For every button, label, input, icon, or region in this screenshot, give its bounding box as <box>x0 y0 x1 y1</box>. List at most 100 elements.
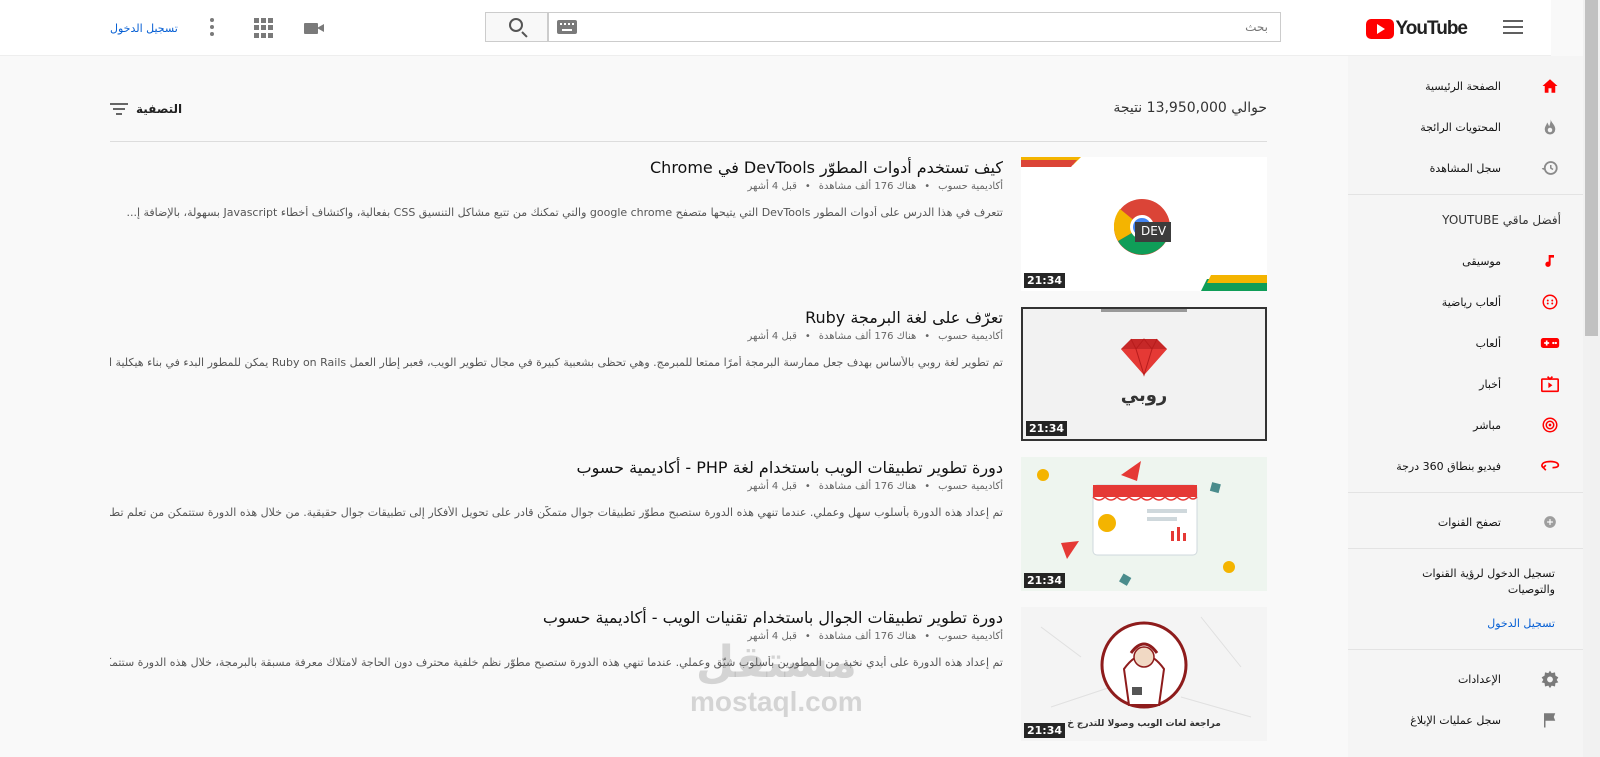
sidebar-divider <box>1348 194 1583 195</box>
video-info: تعرّف على لغة البرمجة Ruby أكاديمية حسوب… <box>110 307 1003 369</box>
video-meta: أكاديمية حسوب•هناك 176 ألف مشاهدة•قبل 4 … <box>747 631 1003 642</box>
video-title[interactable]: كيف تستخدم أدوات المطوّر DevTools في Chr… <box>110 157 1003 179</box>
video-channel[interactable]: أكاديمية حسوب <box>938 481 1003 492</box>
header-signin-link[interactable]: تسجيل الدخول <box>110 22 178 35</box>
sidebar-item-360[interactable]: فيديو بنطاق 360 درجة <box>1348 451 1583 481</box>
sidebar-item-trending[interactable]: المحتويات الرائجة <box>1348 112 1583 142</box>
trending-icon <box>1539 116 1561 138</box>
video-duration: 21:34 <box>1024 723 1066 738</box>
sidebar: الصفحة الرئيسية المحتويات الرائجة سجل ال… <box>1348 56 1583 757</box>
add-circle-icon <box>1539 511 1561 533</box>
sidebar-section-title: أفضل ماقي YOUTUBE <box>1442 213 1561 227</box>
sidebar-item-gaming[interactable]: ألعاب <box>1348 328 1583 358</box>
search-icon <box>509 18 523 32</box>
video-result[interactable]: روبي 21:34 تعرّف على لغة البرمجة Ruby أك… <box>110 307 1267 441</box>
thumb-text: DEV <box>1141 224 1167 238</box>
video-description: تتعرف في هذا الدرس على أدوات المطور DevT… <box>126 206 1003 219</box>
sidebar-item-label: أخبار <box>1479 377 1501 391</box>
home-icon <box>1539 75 1561 97</box>
video-thumbnail[interactable]: 21:34 <box>1021 457 1267 591</box>
logo-text: YouTube <box>1395 18 1468 39</box>
live-icon <box>1539 414 1561 436</box>
video-thumbnail[interactable]: مراجعة لغات الويب وصولا للتدرج خ 21:34 <box>1021 607 1267 741</box>
sidebar-item-label: مباشر <box>1473 418 1501 432</box>
video-age: قبل 4 أشهر <box>747 181 797 192</box>
thumb-text: روبي <box>1120 385 1168 406</box>
upload-video-icon[interactable] <box>304 18 326 38</box>
top-header: YouTube تسجيل الدخول <box>0 0 1551 56</box>
sidebar-signin-link[interactable]: تسجيل الدخول <box>1487 617 1555 630</box>
video-duration: 21:34 <box>1026 421 1068 436</box>
sidebar-item-music[interactable]: موسيقى <box>1348 246 1583 276</box>
video-meta: أكاديمية حسوب•هناك 176 ألف مشاهدة•قبل 4 … <box>747 181 1003 192</box>
music-icon <box>1539 250 1561 272</box>
video-views: هناك 176 ألف مشاهدة <box>818 481 917 492</box>
video-age: قبل 4 أشهر <box>747 631 797 642</box>
results-divider <box>110 141 1267 142</box>
scrollbar-thumb[interactable] <box>1585 0 1598 336</box>
video-thumbnail[interactable]: روبي 21:34 <box>1021 307 1267 441</box>
video-result[interactable]: مراجعة لغات الويب وصولا للتدرج خ 21:34 د… <box>110 607 1267 741</box>
page-scrollbar[interactable] <box>1583 0 1600 757</box>
more-vertical-icon[interactable] <box>209 18 215 38</box>
sidebar-divider <box>1348 649 1583 650</box>
sidebar-item-label: تصفح القنوات <box>1437 515 1501 529</box>
web-store-thumbnail-art <box>1037 461 1235 586</box>
video-info: دورة تطوير تطبيقات الويب باستخدام لغة PH… <box>110 457 1003 519</box>
search-button[interactable] <box>485 12 548 42</box>
360-video-icon <box>1539 455 1561 477</box>
video-views: هناك 176 ألف مشاهدة <box>818 631 917 642</box>
news-icon <box>1539 373 1561 395</box>
flag-icon <box>1539 709 1561 731</box>
video-age: قبل 4 أشهر <box>747 481 797 492</box>
video-info: دورة تطوير تطبيقات الجوال باستخدام تقنيا… <box>110 607 1003 669</box>
video-duration: 21:34 <box>1024 273 1066 288</box>
hamburger-menu-icon[interactable] <box>1501 16 1525 40</box>
video-info: كيف تستخدم أدوات المطوّر DevTools في Chr… <box>110 157 1003 219</box>
video-channel[interactable]: أكاديمية حسوب <box>938 331 1003 342</box>
sidebar-item-label: سجل عمليات الإبلاغ <box>1410 713 1501 727</box>
sidebar-item-label: الصفحة الرئيسية <box>1425 79 1501 93</box>
sidebar-item-label: فيديو بنطاق 360 درجة <box>1396 459 1501 473</box>
video-views: هناك 176 ألف مشاهدة <box>818 331 917 342</box>
sidebar-item-history[interactable]: سجل المشاهدة <box>1348 153 1583 183</box>
sidebar-item-label: المحتويات الرائجة <box>1420 120 1501 134</box>
gear-icon <box>1539 668 1561 690</box>
sidebar-item-label: ألعاب <box>1475 336 1501 350</box>
search-box <box>548 12 1281 42</box>
filter-button[interactable]: التصفية <box>110 102 182 116</box>
video-age: قبل 4 أشهر <box>747 331 797 342</box>
ruby-gem-thumbnail-art <box>1101 309 1187 377</box>
video-title[interactable]: دورة تطوير تطبيقات الويب باستخدام لغة PH… <box>110 457 1003 479</box>
video-views: هناك 176 ألف مشاهدة <box>818 181 917 192</box>
filter-label: التصفية <box>136 102 183 116</box>
sidebar-item-sports[interactable]: ألعاب رياضية <box>1348 287 1583 317</box>
video-result[interactable]: 21:34 دورة تطوير تطبيقات الويب باستخدام … <box>110 457 1267 591</box>
video-meta: أكاديمية حسوب•هناك 176 ألف مشاهدة•قبل 4 … <box>747 331 1003 342</box>
video-duration: 21:34 <box>1024 573 1066 588</box>
sidebar-item-label: الإعدادات <box>1457 672 1501 686</box>
video-title[interactable]: تعرّف على لغة البرمجة Ruby <box>110 307 1003 329</box>
youtube-logo[interactable]: YouTube <box>1365 18 1468 40</box>
video-result[interactable]: DEV 21:34 كيف تستخدم أدوات المطوّر DevTo… <box>110 157 1267 291</box>
sidebar-item-label: ألعاب رياضية <box>1441 295 1501 309</box>
video-channel[interactable]: أكاديمية حسوب <box>938 631 1003 642</box>
sidebar-item-live[interactable]: مباشر <box>1348 410 1583 440</box>
video-meta: أكاديمية حسوب•هناك 176 ألف مشاهدة•قبل 4 … <box>747 481 1003 492</box>
sidebar-divider <box>1348 548 1583 549</box>
sports-icon <box>1539 291 1561 313</box>
sidebar-item-news[interactable]: أخبار <box>1348 369 1583 399</box>
search-input[interactable] <box>549 13 1280 41</box>
video-channel[interactable]: أكاديمية حسوب <box>938 181 1003 192</box>
video-title[interactable]: دورة تطوير تطبيقات الجوال باستخدام تقنيا… <box>110 607 1003 629</box>
sidebar-item-settings[interactable]: الإعدادات <box>1348 664 1583 694</box>
sidebar-divider <box>1348 492 1583 493</box>
video-description: تم إعداد هذه الدورة بأسلوب سهل وعملي. عن… <box>110 506 1003 519</box>
sidebar-item-report-history[interactable]: سجل عمليات الإبلاغ <box>1348 705 1583 735</box>
sidebar-item-home[interactable]: الصفحة الرئيسية <box>1348 71 1583 101</box>
video-thumbnail[interactable]: DEV 21:34 <box>1021 157 1267 291</box>
sidebar-item-browse-channels[interactable]: تصفح القنوات <box>1348 507 1583 537</box>
apps-grid-icon[interactable] <box>254 18 273 38</box>
keyboard-icon[interactable] <box>557 20 577 34</box>
video-description: تم إعداد هذه الدورة على أيدي نخبة من الم… <box>110 656 1003 669</box>
